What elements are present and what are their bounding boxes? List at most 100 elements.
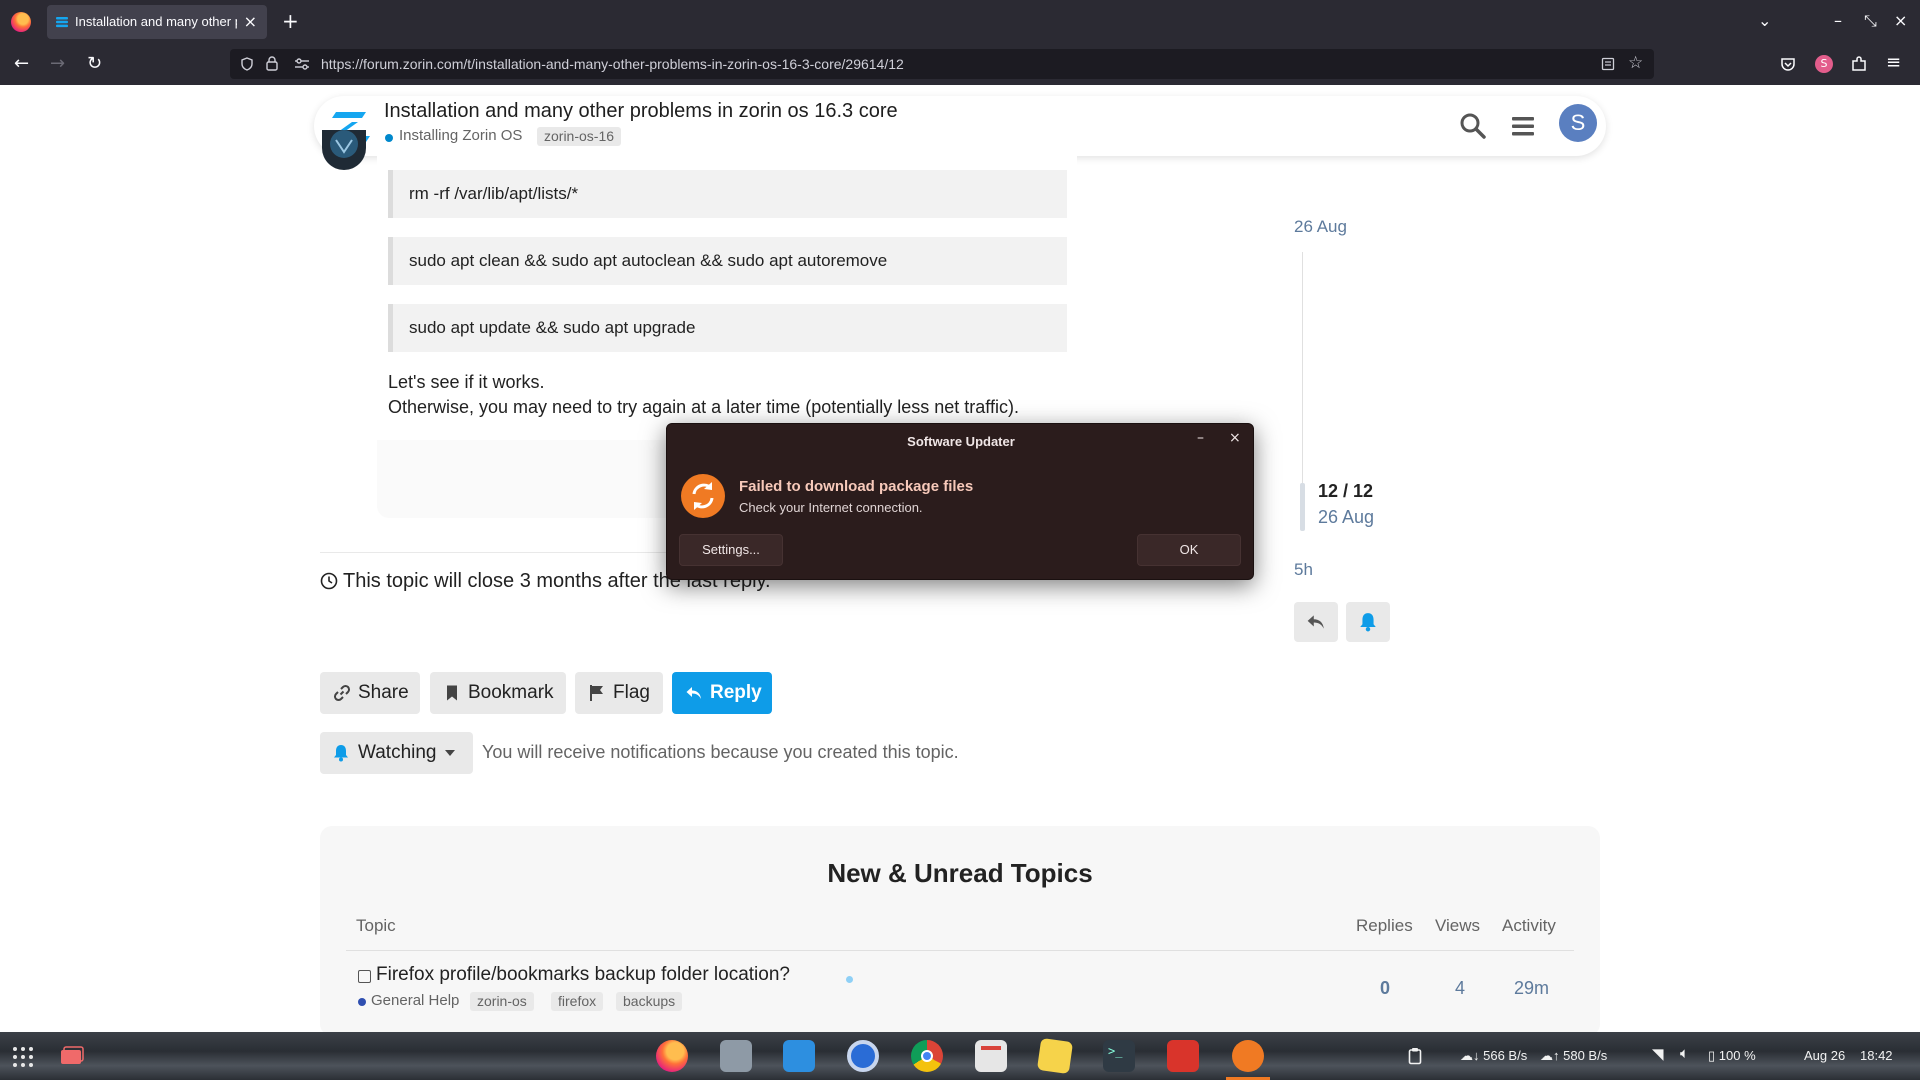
extensions-puzzle-icon[interactable] <box>1850 55 1868 73</box>
bookmark-label: Bookmark <box>468 682 554 703</box>
category-color-dot <box>385 134 393 142</box>
timeline-reply-button[interactable] <box>1294 602 1338 642</box>
reply-arrow-icon <box>686 687 701 699</box>
screenshot-app-icon[interactable] <box>1167 1040 1199 1072</box>
flag-button[interactable]: Flag <box>575 672 663 714</box>
reply-label: Reply <box>710 682 762 703</box>
topic-tag[interactable]: firefox <box>551 992 604 1011</box>
search-icon[interactable] <box>1457 110 1489 142</box>
chrome-app-icon[interactable] <box>911 1040 943 1072</box>
firefox-menu-icon[interactable] <box>11 12 31 32</box>
ok-button[interactable]: OK <box>1137 534 1241 566</box>
code-block: rm -rf /var/lib/apt/lists/* <box>388 170 1067 218</box>
bookmark-button[interactable]: Bookmark <box>430 672 566 714</box>
desktop-taskbar: >_ ☁↓ 566 B/s ☁↑ 580 B/s ◥ 🔈︎ ▯ 100 % Au… <box>0 1032 1920 1080</box>
workspace-icon[interactable] <box>60 1046 84 1066</box>
software-store-app-icon[interactable] <box>783 1040 815 1072</box>
dialog-title: Software Updater <box>907 434 1015 449</box>
back-arrow-icon[interactable]: ← <box>14 53 29 74</box>
watching-explanation: You will receive notifications because y… <box>482 742 959 762</box>
topic-tag[interactable]: backups <box>616 992 683 1011</box>
window-close-icon[interactable]: × <box>1894 11 1907 30</box>
post-author-avatar[interactable] <box>322 130 366 170</box>
column-header-views[interactable]: Views <box>1435 916 1480 936</box>
column-header-topic[interactable]: Topic <box>356 916 396 936</box>
topic-activity-age[interactable]: 29m <box>1514 978 1549 999</box>
topic-link[interactable]: Firefox profile/bookmarks backup folder … <box>376 964 790 986</box>
new-tab-button[interactable]: + <box>282 9 299 33</box>
firefox-app-icon[interactable] <box>656 1040 688 1072</box>
topic-tag[interactable]: zorin-os <box>470 992 534 1011</box>
topic-replies-count: 0 <box>1380 978 1391 998</box>
bell-icon <box>334 745 348 762</box>
code-block: sudo apt update && sudo apt upgrade <box>388 304 1067 352</box>
browser-tab[interactable]: Installation and many other problems in … <box>47 5 267 39</box>
column-header-activity[interactable]: Activity <box>1502 916 1556 936</box>
terminal-app-icon[interactable]: >_ <box>1103 1040 1135 1072</box>
clock-date[interactable]: Aug 26 <box>1804 1048 1845 1063</box>
lock-icon[interactable] <box>266 56 278 71</box>
software-updater-app-icon[interactable] <box>1232 1040 1264 1072</box>
browser-nav-bar: ← → ↻ https://forum.zorin.com/t/installa… <box>0 44 1920 85</box>
cloud-upload-icon: ☁↑ <box>1540 1048 1564 1063</box>
site-permissions-icon[interactable] <box>294 58 310 70</box>
dialog-close-icon[interactable]: × <box>1229 430 1241 446</box>
text-editor-app-icon[interactable] <box>1036 1037 1074 1075</box>
window-restore-icon[interactable]: ⤡ <box>1864 11 1877 31</box>
forward-arrow-icon[interactable]: → <box>50 53 65 74</box>
share-label: Share <box>358 682 409 703</box>
files-app-icon[interactable] <box>720 1040 752 1072</box>
timeline-start-date[interactable]: 26 Aug <box>1294 217 1347 237</box>
table-header-divider <box>346 950 1574 951</box>
url-bar[interactable]: https://forum.zorin.com/t/installation-a… <box>230 49 1654 79</box>
category-link[interactable]: Installing Zorin OS <box>399 127 522 144</box>
notification-level-dropdown[interactable]: Watching <box>320 732 473 774</box>
clock-time[interactable]: 18:42 <box>1860 1048 1893 1063</box>
topic-tag[interactable]: zorin-os-16 <box>537 127 622 146</box>
user-avatar[interactable]: S <box>1559 104 1597 142</box>
shield-icon[interactable] <box>240 57 254 71</box>
tab-close-icon[interactable]: × <box>244 12 257 31</box>
share-button[interactable]: Share <box>320 672 420 714</box>
timeline-scroll-handle[interactable] <box>1300 483 1305 531</box>
topic-category-link[interactable]: General Help <box>371 992 459 1009</box>
dialog-minimize-icon[interactable]: – <box>1197 430 1204 446</box>
bell-icon <box>1360 613 1376 632</box>
net-down-value: 566 B/s <box>1483 1048 1528 1063</box>
tab-title: Installation and many other problems in … <box>75 14 237 29</box>
reply-button[interactable]: Reply <box>672 672 772 714</box>
author-avatar-image <box>330 130 358 158</box>
post-paragraph: Let's see if it works. <box>388 372 545 392</box>
app-menu-icon[interactable]: ≡ <box>1886 52 1901 73</box>
reload-icon[interactable]: ↻ <box>87 53 102 74</box>
reader-view-icon[interactable] <box>1601 57 1615 71</box>
document-viewer-app-icon[interactable] <box>975 1040 1007 1072</box>
timeline-notifications-button[interactable] <box>1346 602 1390 642</box>
cloud-download-icon: ☁↓ <box>1460 1048 1484 1063</box>
window-minimize-icon[interactable]: – <box>1834 11 1842 30</box>
battery-indicator[interactable]: ▯ 100 % <box>1708 1048 1756 1064</box>
zorin-favicon-icon <box>56 17 68 28</box>
volume-icon[interactable]: 🔈︎ <box>1680 1045 1689 1062</box>
category-color-dot <box>358 998 366 1006</box>
watching-label: Watching <box>358 742 437 763</box>
app-grid-icon[interactable] <box>12 1046 34 1068</box>
account-avatar-icon[interactable]: S <box>1815 55 1833 73</box>
timeline-last-activity[interactable]: 5h <box>1294 560 1313 580</box>
bookmark-star-icon[interactable]: ☆ <box>1628 53 1643 73</box>
refresh-arrows-icon <box>692 482 714 510</box>
wifi-icon[interactable]: ◥ <box>1652 1045 1664 1063</box>
settings-button[interactable]: Settings... <box>679 534 783 566</box>
topic-unread-checkbox[interactable] <box>358 970 371 983</box>
column-header-replies[interactable]: Replies <box>1356 916 1413 936</box>
chromium-app-icon[interactable] <box>847 1040 879 1072</box>
net-up-value: 580 B/s <box>1563 1048 1608 1063</box>
tab-list-chevron-icon[interactable]: ⌄ <box>1758 11 1771 30</box>
network-download-speed: ☁↓ 566 B/s <box>1460 1048 1527 1064</box>
clipboard-icon[interactable] <box>1408 1047 1422 1065</box>
hamburger-menu-icon[interactable] <box>1507 110 1539 142</box>
software-updater-dialog: Software Updater – × Failed to download … <box>666 423 1254 580</box>
pocket-icon[interactable] <box>1780 56 1796 72</box>
software-updater-icon <box>681 474 725 518</box>
topic-title[interactable]: Installation and many other problems in … <box>384 100 898 123</box>
